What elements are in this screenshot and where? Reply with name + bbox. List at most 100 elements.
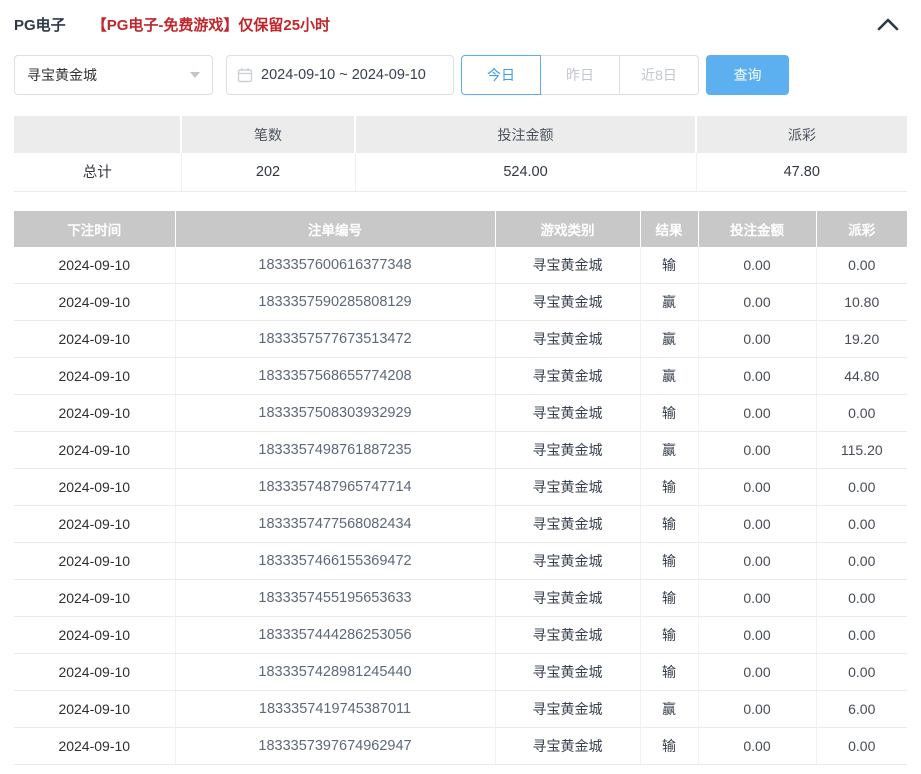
table-row: 2024-09-10 1833357444286253056 寻宝黄金城 输 0… [14,616,907,654]
cell-result: 赢 [640,283,699,321]
cell-order-id: 1833357590285808129 [175,283,496,321]
cell-game-type: 寻宝黄金城 [495,505,641,543]
table-row: 2024-09-10 1833357568655774208 寻宝黄金城 赢 0… [14,357,907,395]
col-header-order-id: 注单编号 [175,210,496,247]
cell-order-id: 1833357568655774208 [175,357,496,395]
summary-total-label: 总计 [14,153,182,192]
cell-payout: 0.00 [816,727,907,765]
quick-range-button-1[interactable]: 昨日 [540,55,620,95]
chevron-down-icon [190,72,200,78]
cell-order-id: 1833357455195653633 [175,579,496,617]
cell-result: 输 [640,505,699,543]
cell-bet-amount: 0.00 [698,727,817,765]
table-row: 2024-09-10 1833357419745387011 寻宝黄金城 赢 0… [14,690,907,728]
col-header-game-type: 游戏类别 [495,210,641,247]
cell-bet-time: 2024-09-10 [14,394,176,432]
cell-game-type: 寻宝黄金城 [495,320,641,358]
table-row: 2024-09-10 1833357600616377348 寻宝黄金城 输 0… [14,246,907,284]
cell-order-id: 1833357508303932929 [175,394,496,432]
search-button[interactable]: 查询 [706,55,789,95]
table-row: 2024-09-10 1833357397674962947 寻宝黄金城 输 0… [14,727,907,765]
table-row: 2024-09-10 1833357498761887235 寻宝黄金城 赢 0… [14,431,907,469]
cell-bet-amount: 0.00 [698,320,817,358]
cell-payout: 0.00 [816,579,907,617]
summary-header-payout: 派彩 [696,116,907,153]
summary-total-bet-amount: 524.00 [355,153,697,192]
cell-bet-time: 2024-09-10 [14,727,176,765]
cell-bet-time: 2024-09-10 [14,357,176,395]
col-header-bet-time: 下注时间 [14,210,176,247]
cell-game-type: 寻宝黄金城 [495,394,641,432]
summary-total-payout: 47.80 [696,153,907,192]
free-game-notice: 【PG电子-免费游戏】仅保留25小时 [91,16,331,34]
cell-bet-time: 2024-09-10 [14,320,176,358]
col-header-bet-amount: 投注金额 [698,210,817,247]
cell-bet-time: 2024-09-10 [14,542,176,580]
cell-game-type: 寻宝黄金城 [495,542,641,580]
date-range-input[interactable]: 2024-09-10 ~ 2024-09-10 [226,55,454,95]
cell-bet-amount: 0.00 [698,468,817,506]
cell-result: 输 [640,653,699,691]
cell-game-type: 寻宝黄金城 [495,468,641,506]
game-select[interactable]: 寻宝黄金城 [14,55,213,95]
table-row: 2024-09-10 1833357487965747714 寻宝黄金城 输 0… [14,468,907,506]
cell-order-id: 1833357466155369472 [175,542,496,580]
cell-payout: 0.00 [816,653,907,691]
cell-payout: 19.20 [816,320,907,358]
cell-game-type: 寻宝黄金城 [495,616,641,654]
collapse-button[interactable] [877,18,899,31]
cell-bet-amount: 0.00 [698,653,817,691]
cell-result: 赢 [640,431,699,469]
cell-game-type: 寻宝黄金城 [495,246,641,284]
summary-header-bet-amount: 投注金额 [355,116,697,153]
cell-payout: 0.00 [816,616,907,654]
chevron-up-icon [877,18,899,30]
summary-table: 笔数 投注金额 派彩 总计 202 524.00 47.80 [14,116,907,192]
cell-result: 输 [640,246,699,284]
cell-bet-amount: 0.00 [698,431,817,469]
cell-bet-amount: 0.00 [698,690,817,728]
quick-range-group: 今日 昨日 近8日 [461,55,699,95]
table-row: 2024-09-10 1833357428981245440 寻宝黄金城 输 0… [14,653,907,691]
cell-payout: 10.80 [816,283,907,321]
cell-result: 输 [640,616,699,654]
cell-order-id: 1833357444286253056 [175,616,496,654]
cell-payout: 115.20 [816,431,907,469]
quick-range-button-2[interactable]: 近8日 [619,55,699,95]
cell-order-id: 1833357498761887235 [175,431,496,469]
summary-header-blank [14,116,182,153]
table-row: 2024-09-10 1833357590285808129 寻宝黄金城 赢 0… [14,283,907,321]
cell-result: 赢 [640,320,699,358]
cell-bet-time: 2024-09-10 [14,246,176,284]
cell-game-type: 寻宝黄金城 [495,357,641,395]
game-select-value: 寻宝黄金城 [27,67,97,83]
cell-order-id: 1833357600616377348 [175,246,496,284]
cell-result: 输 [640,579,699,617]
cell-result: 输 [640,727,699,765]
table-row: 2024-09-10 1833357455195653633 寻宝黄金城 输 0… [14,579,907,617]
cell-bet-amount: 0.00 [698,505,817,543]
cell-payout: 6.00 [816,690,907,728]
summary-header-count: 笔数 [181,116,356,153]
cell-order-id: 1833357577673513472 [175,320,496,358]
panel-header: PG电子 【PG电子-免费游戏】仅保留25小时 [14,12,907,36]
cell-payout: 0.00 [816,468,907,506]
summary-total-row: 总计 202 524.00 47.80 [14,153,907,192]
panel-title: PG电子 [14,16,66,34]
cell-result: 赢 [640,690,699,728]
cell-order-id: 1833357428981245440 [175,653,496,691]
cell-bet-amount: 0.00 [698,542,817,580]
cell-result: 输 [640,468,699,506]
records-header-row: 下注时间 注单编号 游戏类别 结果 投注金额 派彩 [14,210,907,247]
cell-bet-amount: 0.00 [698,246,817,284]
cell-bet-time: 2024-09-10 [14,616,176,654]
cell-bet-amount: 0.00 [698,616,817,654]
table-row: 2024-09-10 1833357477568082434 寻宝黄金城 输 0… [14,505,907,543]
calendar-icon [237,68,253,83]
date-range-value: 2024-09-10 ~ 2024-09-10 [261,67,426,83]
quick-range-button-0[interactable]: 今日 [461,55,541,95]
cell-order-id: 1833357487965747714 [175,468,496,506]
pg-records-panel: PG电子 【PG电子-免费游戏】仅保留25小时 寻宝黄金城 2024-09-10… [0,0,921,765]
cell-bet-time: 2024-09-10 [14,431,176,469]
cell-bet-amount: 0.00 [698,357,817,395]
